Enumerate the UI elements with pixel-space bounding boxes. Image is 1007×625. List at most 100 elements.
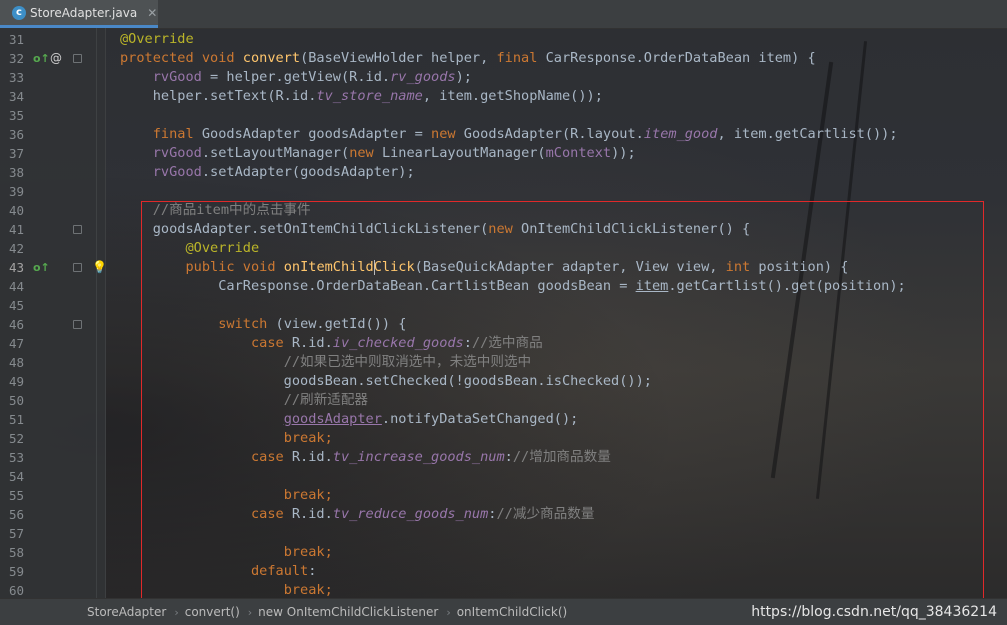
line-number: 54 — [8, 469, 24, 484]
fold-icon[interactable] — [73, 54, 82, 63]
code-line[interactable]: 33 rvGood = helper.getView(R.id.rv_goods… — [0, 68, 1007, 87]
code-line[interactable]: 31 @Override — [0, 30, 1007, 49]
code-token: LinearLayoutManager( — [381, 145, 546, 161]
code-token: item_good — [643, 126, 718, 142]
breadcrumb-item-listener[interactable]: new OnItemChildClickListener — [258, 605, 438, 619]
code-token: case — [250, 449, 292, 465]
code-text[interactable]: helper.setText(R.id.tv_store_name, item.… — [120, 87, 603, 106]
code-token: onItemChild — [283, 259, 374, 275]
code-text[interactable]: rvGood.setAdapter(goodsAdapter); — [120, 163, 415, 182]
code-text[interactable]: public void onItemChildClick(BaseQuickAd… — [120, 258, 848, 277]
code-text[interactable]: goodsAdapter.notifyDataSetChanged(); — [120, 410, 579, 429]
code-text[interactable]: //刷新适配器 — [120, 391, 368, 410]
code-text[interactable]: //商品item中的点击事件 — [120, 201, 311, 220]
code-text[interactable]: switch (view.getId()) { — [120, 315, 406, 334]
code-text[interactable]: rvGood.setLayoutManager(new LinearLayout… — [120, 144, 636, 163]
code-token: rvGood — [152, 69, 202, 85]
code-line[interactable]: 53 case R.id.tv_increase_goods_num://增加商… — [0, 448, 1007, 467]
line-number: 44 — [8, 279, 24, 294]
code-line[interactable]: 57 — [0, 524, 1007, 543]
code-token: .setAdapter(goodsAdapter); — [201, 164, 415, 180]
line-number: 39 — [8, 184, 24, 199]
line-number: 50 — [8, 393, 24, 408]
code-line[interactable]: 55 break; — [0, 486, 1007, 505]
code-text[interactable]: @Override — [120, 239, 259, 258]
code-line[interactable]: 41 goodsAdapter.setOnItemChildClickListe… — [0, 220, 1007, 239]
code-text[interactable]: break; — [120, 543, 333, 562]
code-token: (BaseViewHolder helper, — [300, 50, 497, 66]
code-line[interactable]: 49 goodsBean.setChecked(!goodsBean.isChe… — [0, 372, 1007, 391]
code-line[interactable]: 44 CarResponse.OrderDataBean.CartlistBea… — [0, 277, 1007, 296]
code-line[interactable]: 40 //商品item中的点击事件 — [0, 201, 1007, 220]
code-token: .notifyDataSetChanged(); — [381, 411, 579, 427]
code-line[interactable]: 37 rvGood.setLayoutManager(new LinearLay… — [0, 144, 1007, 163]
code-line[interactable]: 36 final GoodsAdapter goodsAdapter = new… — [0, 125, 1007, 144]
code-token: : — [504, 449, 513, 465]
code-line[interactable]: 45 — [0, 296, 1007, 315]
code-editor[interactable]: 31 @Override 32 o↑ @ protected void convert(B… — [0, 30, 1007, 600]
code-token: break; — [283, 487, 333, 503]
code-token: .setLayoutManager( — [201, 145, 350, 161]
breadcrumb-item-class[interactable]: StoreAdapter — [87, 605, 166, 619]
code-line[interactable]: 43 o↑ 💡 public void onItemChildClick(BaseQ… — [0, 258, 1007, 277]
breadcrumb-item-callback[interactable]: onItemChildClick() — [457, 605, 568, 619]
code-token: goodsBean.setChecked(!goodsBean.isChecke… — [120, 373, 652, 389]
code-text[interactable]: goodsBean.setChecked(!goodsBean.isChecke… — [120, 372, 652, 391]
code-text[interactable]: @Override — [120, 30, 194, 49]
watermark-text: https://blog.csdn.net/qq_38436214 — [751, 604, 997, 620]
code-line[interactable]: 39 — [0, 182, 1007, 201]
line-number: 43 — [8, 260, 24, 275]
code-line[interactable]: 50 //刷新适配器 — [0, 391, 1007, 410]
code-token: new — [431, 126, 464, 142]
code-line[interactable]: 58 break; — [0, 543, 1007, 562]
code-line[interactable]: 59 default: — [0, 562, 1007, 581]
override-marker-icon[interactable]: o↑ — [33, 258, 50, 277]
line-number: 36 — [8, 127, 24, 142]
code-line[interactable]: 52 break; — [0, 429, 1007, 448]
code-token: Click — [373, 259, 415, 275]
code-text[interactable]: break; — [120, 486, 333, 505]
fold-icon[interactable] — [73, 263, 82, 272]
line-number: 40 — [8, 203, 24, 218]
code-line[interactable]: 38 rvGood.setAdapter(goodsAdapter); — [0, 163, 1007, 182]
code-line[interactable]: 48 //如果已选中则取消选中，未选中则选中 — [0, 353, 1007, 372]
code-line[interactable]: 46 switch (view.getId()) { — [0, 315, 1007, 334]
code-text[interactable]: case R.id.iv_checked_goods://选中商品 — [120, 334, 543, 353]
override-marker-icon[interactable]: o↑ — [33, 49, 50, 68]
code-line[interactable]: 35 — [0, 106, 1007, 125]
fold-icon[interactable] — [73, 320, 82, 329]
code-line[interactable]: 51 goodsAdapter.notifyDataSetChanged(); — [0, 410, 1007, 429]
annotation-marker-icon[interactable]: @ — [50, 49, 62, 68]
breadcrumb: StoreAdapter › convert() › new OnItemChi… — [0, 598, 1007, 625]
line-number: 45 — [8, 298, 24, 313]
line-number: 59 — [8, 564, 24, 579]
code-text[interactable]: break; — [120, 429, 333, 448]
code-token: //商品item中的点击事件 — [152, 202, 311, 218]
code-text[interactable]: rvGood = helper.getView(R.id.rv_goods); — [120, 68, 472, 87]
code-text[interactable]: final GoodsAdapter goodsAdapter = new Go… — [120, 125, 898, 144]
code-text[interactable]: //如果已选中则取消选中，未选中则选中 — [120, 353, 531, 372]
fold-icon[interactable] — [73, 225, 82, 234]
code-text[interactable]: case R.id.tv_reduce_goods_num://减少商品数量 — [120, 505, 594, 524]
tab-store-adapter[interactable]: c StoreAdapter.java ✕ — [0, 0, 158, 28]
code-line[interactable]: 42 @Override — [0, 239, 1007, 258]
breadcrumb-item-method[interactable]: convert() — [185, 605, 240, 619]
code-line[interactable]: 34 helper.setText(R.id.tv_store_name, it… — [0, 87, 1007, 106]
code-token: GoodsAdapter(R.layout. — [463, 126, 644, 142]
editor-tab-bar: c StoreAdapter.java ✕ — [0, 0, 1007, 29]
code-line[interactable]: 56 case R.id.tv_reduce_goods_num://减少商品数… — [0, 505, 1007, 524]
code-line[interactable]: 32 o↑ @ protected void convert(BaseViewHold… — [0, 49, 1007, 68]
code-line[interactable]: 54 — [0, 467, 1007, 486]
code-text[interactable]: CarResponse.OrderDataBean.CartlistBean g… — [120, 277, 906, 296]
code-text[interactable]: goodsAdapter.setOnItemChildClickListener… — [120, 220, 750, 239]
close-icon[interactable]: ✕ — [147, 6, 157, 20]
code-text[interactable]: protected void convert(BaseViewHolder he… — [120, 49, 816, 68]
lightbulb-icon[interactable]: 💡 — [92, 258, 107, 277]
code-line[interactable]: 47 case R.id.iv_checked_goods://选中商品 — [0, 334, 1007, 353]
line-number: 58 — [8, 545, 24, 560]
code-text[interactable]: case R.id.tv_increase_goods_num://增加商品数量 — [120, 448, 611, 467]
code-text[interactable]: default: — [120, 562, 316, 581]
